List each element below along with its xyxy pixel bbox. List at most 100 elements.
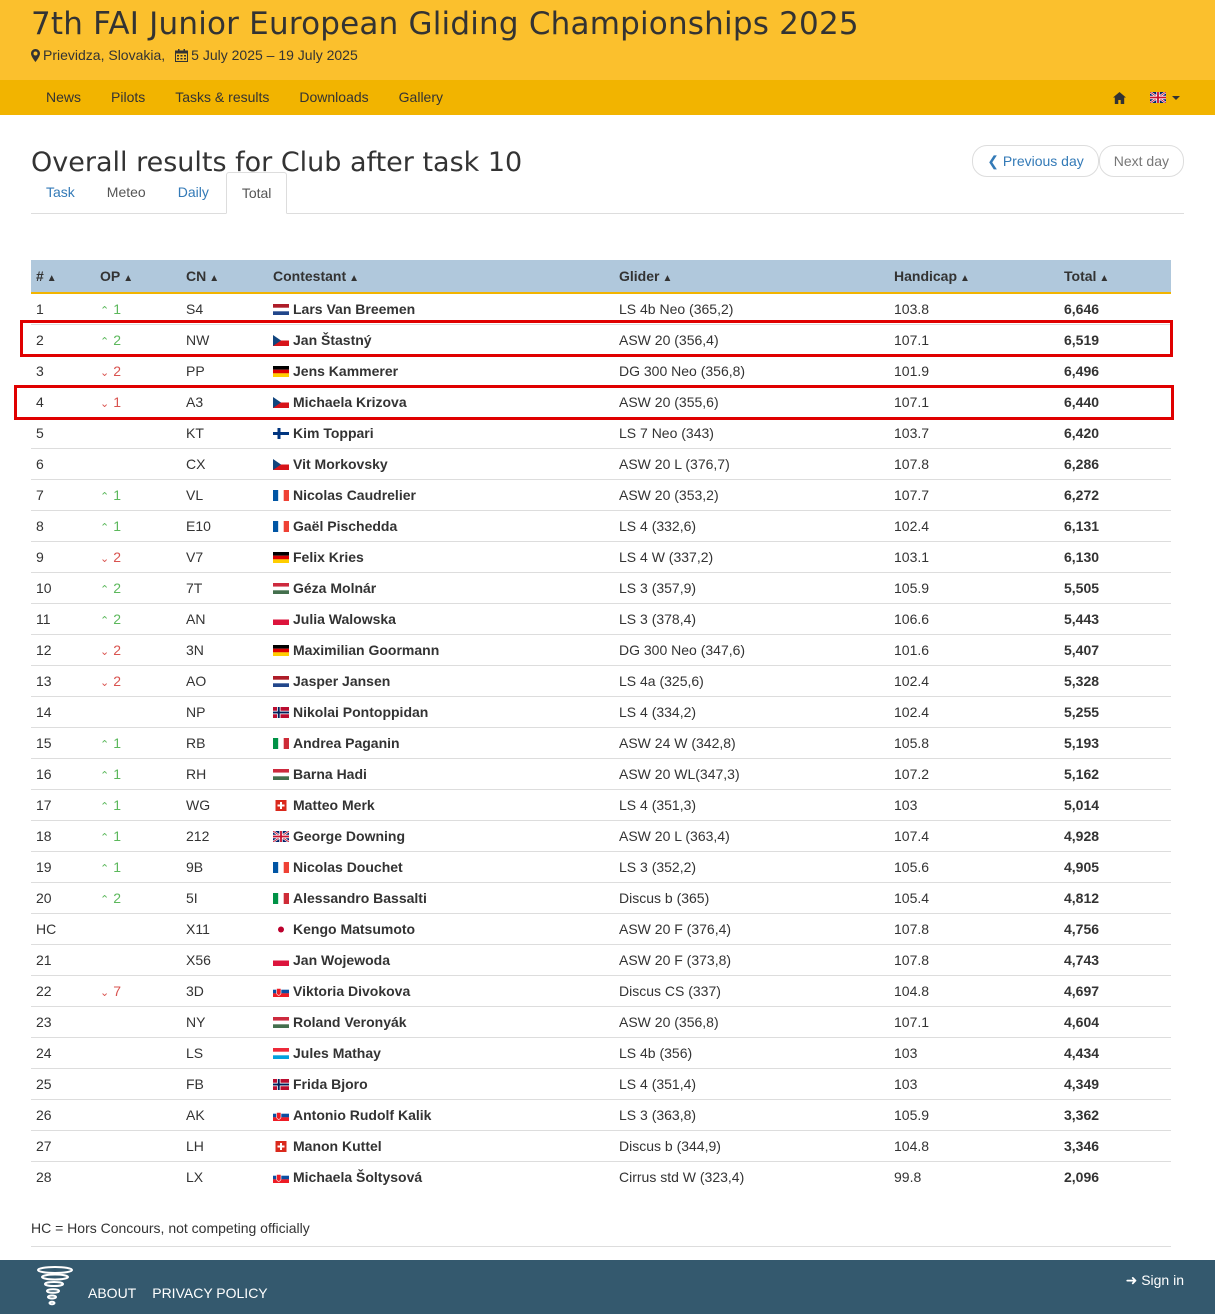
chevron-down-icon: ⌄ [100,986,110,999]
table-row[interactable]: 12 ⌄ 2 3N Maximilian Goormann DG 300 Neo (347… [31,633,1171,665]
table-row[interactable]: 3 ⌄ 2 PP Jens Kammerer DG 300 Neo (356,8) 101.… [31,354,1171,386]
table-row[interactable]: 16 ⌃ 1 RH Barna Hadi ASW 20 WL(347,3) 107.2 5,1… [31,757,1171,789]
contestant-cell: George Downing [268,819,614,851]
contestant-link[interactable]: Frida Bjoro [293,1076,368,1092]
contestant-link[interactable]: Manon Kuttel [293,1138,382,1154]
contestant-link[interactable]: Felix Kries [293,549,364,565]
col-glider-header[interactable]: Glider ▲︎ [614,260,889,294]
table-row[interactable]: 15 ⌃ 1 RB Andrea Paganin ASW 24 W (342,8) 105.… [31,726,1171,758]
contestant-link[interactable]: Antonio Rudolf Kalik [293,1107,431,1123]
table-row[interactable]: 7 ⌃ 1 VL Nicolas Caudrelier ASW 20 (353,2) 107… [31,478,1171,510]
nav-tasks-results[interactable]: Tasks & results [160,80,284,115]
table-row[interactable]: 26 AK Antonio Rudolf Kalik LS 3 (363,8) 105.… [31,1098,1171,1130]
contestant-link[interactable]: Nikolai Pontoppidan [293,704,428,720]
contestant-link[interactable]: Roland Veronyák [293,1014,407,1030]
contestant-link[interactable]: Kengo Matsumoto [293,921,415,937]
chevron-down-icon: ⌄ [100,366,110,379]
table-row[interactable]: 4 ⌄ 1 A3 Michaela Krizova ASW 20 (355,6) 107.1… [31,385,1171,417]
table-row[interactable]: HC X11 Kengo Matsumoto ASW 20 F (376,4) 107.… [31,912,1171,944]
tab-meteo[interactable]: Meteo [92,172,161,213]
calendar-icon [175,48,189,62]
nav-pilots[interactable]: Pilots [96,80,160,115]
handicap-cell: 107.7 [889,478,1059,510]
contestant-link[interactable]: Andrea Paganin [293,735,400,751]
handicap-cell: 106.6 [889,602,1059,634]
contestant-link[interactable]: Jules Mathay [293,1045,381,1061]
table-row[interactable]: 19 ⌃ 1 9B Nicolas Douchet LS 3 (352,2) 105.6 4,… [31,850,1171,882]
tab-total[interactable]: Total [225,172,288,214]
nav-downloads[interactable]: Downloads [284,80,383,115]
language-selector[interactable] [1150,92,1184,103]
table-row[interactable]: 28 LX Michaela Šoltysová Cirrus std W (323,… [31,1160,1171,1192]
contestant-link[interactable]: Maximilian Goormann [293,642,439,658]
table-row[interactable]: 22 ⌄ 7 3D Viktoria Divokova Discus CS (337) 10… [31,974,1171,1006]
table-row[interactable]: 11 ⌃ 2 AN Julia Walowska LS 3 (378,4) 106.6 5,4… [31,602,1171,634]
cn-cell: WG [181,788,268,820]
table-row[interactable]: 21 X56 Jan Wojewoda ASW 20 F (373,8) 107.8 4,… [31,943,1171,975]
rank-cell: 6 [31,447,95,479]
home-icon[interactable] [1113,91,1126,104]
rank-cell: 2 [31,323,95,355]
table-row[interactable]: 18 ⌃ 1 212 George Downing ASW 20 L (363,4) 107… [31,819,1171,851]
contestant-link[interactable]: Vit Morkovsky [293,456,388,472]
footer-about-link[interactable]: ABOUT [88,1285,136,1301]
handicap-cell: 104.8 [889,1129,1059,1161]
table-row[interactable]: 24 LS Jules Mathay LS 4b (356) 103 4,434 [31,1036,1171,1068]
contestant-cell: Jan Štastný [268,323,614,355]
handicap-cell: 102.4 [889,509,1059,541]
table-row[interactable]: 5 KT Kim Toppari LS 7 Neo (343) 103.7 6,420 [31,416,1171,448]
table-row[interactable]: 14 NP Nikolai Pontoppidan LS 4 (334,2) 102.4… [31,695,1171,727]
nav-gallery[interactable]: Gallery [384,80,458,115]
table-row[interactable]: 23 NY Roland Veronyák ASW 20 (356,8) 107.1 4,… [31,1005,1171,1037]
contestant-cell: Vit Morkovsky [268,447,614,479]
contestant-link[interactable]: George Downing [293,828,405,844]
contestant-link[interactable]: Alessandro Bassalti [293,890,427,906]
contestant-link[interactable]: Julia Walowska [293,611,396,627]
handicap-cell: 105.8 [889,726,1059,758]
op-cell: ⌃ 2 [95,323,181,355]
contestant-link[interactable]: Géza Molnár [293,580,376,596]
contestant-link[interactable]: Matteo Merk [293,797,375,813]
contestant-link[interactable]: Gaël Pischedda [293,518,397,534]
contestant-link[interactable]: Jasper Jansen [293,673,390,689]
contestant-link[interactable]: Michaela Šoltysová [293,1169,422,1185]
col-op-header[interactable]: OP ▲︎ [95,260,181,294]
contestant-link[interactable]: Nicolas Caudrelier [293,487,416,503]
sign-in-link[interactable]: ➜ Sign in [1126,1272,1184,1289]
contestant-link[interactable]: Nicolas Douchet [293,859,403,875]
table-row[interactable]: 1 ⌃ 1 S4 Lars Van Breemen LS 4b Neo (365,2) 10… [31,293,1171,324]
footer-privacy-link[interactable]: PRIVACY POLICY [152,1285,267,1301]
table-row[interactable]: 9 ⌄ 2 V7 Felix Kries LS 4 W (337,2) 103.1 6,130 [31,540,1171,572]
table-row[interactable]: 20 ⌃ 2 5I Alessandro Bassalti Discus b (365) 1… [31,881,1171,913]
col-total-header[interactable]: Total ▲ [1059,260,1171,294]
chevron-down-icon: ⌄ [100,397,110,410]
col-rank-header[interactable]: # ▲︎ [31,260,95,294]
contestant-link[interactable]: Jan Štastný [293,332,372,348]
tab-daily[interactable]: Daily [163,172,224,213]
contestant-cell: Nikolai Pontoppidan [268,695,614,727]
table-row[interactable]: 25 FB Frida Bjoro LS 4 (351,4) 103 4,349 [31,1067,1171,1099]
table-row[interactable]: 10 ⌃ 2 7T Géza Molnár LS 3 (357,9) 105.9 5,505 [31,571,1171,603]
handicap-cell: 103 [889,1067,1059,1099]
tab-task[interactable]: Task [31,172,90,213]
col-handicap-header[interactable]: Handicap ▲︎ [889,260,1059,294]
contestant-link[interactable]: Barna Hadi [293,766,367,782]
table-row[interactable]: 8 ⌃ 1 E10 Gaël Pischedda LS 4 (332,6) 102.4 6,1… [31,509,1171,541]
contestant-link[interactable]: Kim Toppari [293,425,374,441]
results-tabs: Task Meteo Daily Total [31,172,1184,214]
contestant-link[interactable]: Viktoria Divokova [293,983,410,999]
contestant-link[interactable]: Michaela Krizova [293,394,407,410]
contestant-link[interactable]: Jens Kammerer [293,363,398,379]
col-contestant-header[interactable]: Contestant ▲︎ [268,260,614,294]
col-cn-header[interactable]: CN ▲︎ [181,260,268,294]
chevron-down-icon: ⌄ [100,552,110,565]
contestant-link[interactable]: Lars Van Breemen [293,301,415,317]
table-row[interactable]: 2 ⌃ 2 NW Jan Štastný ASW 20 (356,4) 107.1 6,519 [31,323,1171,355]
table-row[interactable]: 27 LH Manon Kuttel Discus b (344,9) 104.8 3,3… [31,1129,1171,1161]
nav-news[interactable]: News [31,80,96,115]
table-row[interactable]: 6 CX Vit Morkovsky ASW 20 L (376,7) 107.8 6,2… [31,447,1171,479]
table-row[interactable]: 17 ⌃ 1 WG Matteo Merk LS 4 (351,3) 103 5,014 [31,788,1171,820]
table-row[interactable]: 13 ⌄ 2 AO Jasper Jansen LS 4a (325,6) 102.4 5,3… [31,664,1171,696]
contestant-link[interactable]: Jan Wojewoda [293,952,390,968]
rank-cell: 12 [31,633,95,665]
